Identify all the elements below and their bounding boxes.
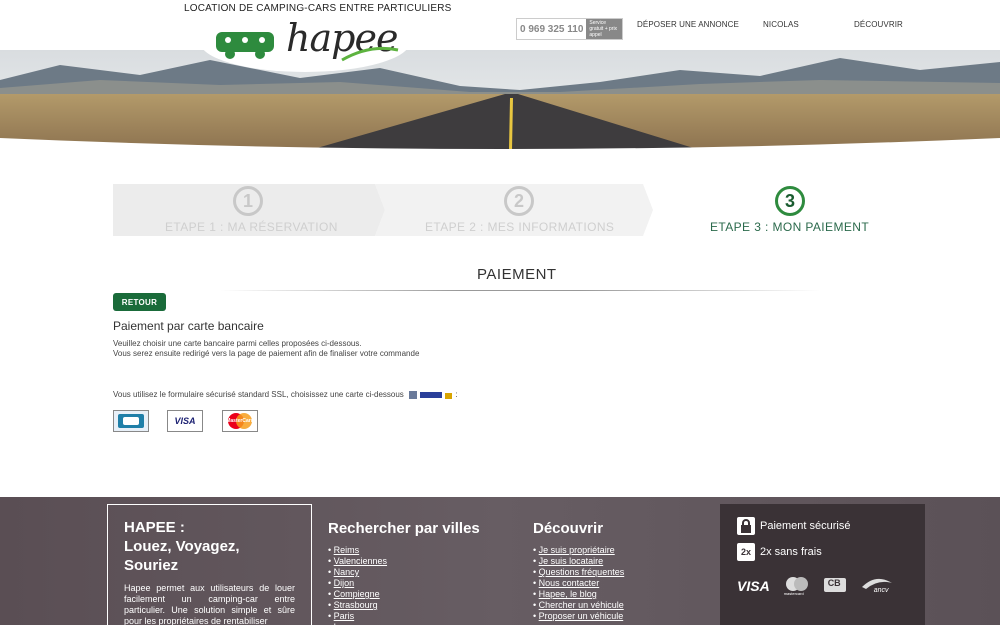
footer-discover-link[interactable]: Hapee, le blog: [533, 589, 624, 600]
footer-city-link[interactable]: Lyon: [328, 622, 480, 633]
card-mastercard-label: MasterCard: [226, 418, 254, 424]
payment-description: Veuillez choisir une carte bancaire parm…: [113, 339, 419, 359]
site-tagline: LOCATION DE CAMPING-CARS ENTRE PARTICULI…: [184, 3, 452, 14]
footer-discover-link[interactable]: Chercher un véhicule: [533, 600, 624, 611]
footer-discover: Découvrir Je suis propriétaire Je suis l…: [533, 520, 624, 622]
nav-decouvrir[interactable]: DÉCOUVRIR: [854, 20, 903, 29]
secure-payment-label: Paiement sécurisé: [760, 520, 851, 532]
phone-badge: Service gratuit + prix appel: [586, 19, 623, 39]
logo[interactable]: hapee: [200, 14, 410, 72]
nav-user-nicolas[interactable]: NICOLAS: [763, 20, 799, 29]
footer-brand-box: HAPEE : Louez, Voyagez, Souriez Hapee pe…: [107, 504, 312, 634]
footer-city-link[interactable]: Strasbourg: [328, 600, 480, 611]
footer-brand-desc: Hapee permet aux utilisateurs de louer f…: [124, 583, 295, 626]
card-visa-label: VISA: [174, 416, 196, 426]
footer-discover-link[interactable]: Je suis propriétaire: [533, 545, 624, 556]
hero-banner: [0, 50, 1000, 150]
footer-discover-title: Découvrir: [533, 520, 604, 537]
footer-brand-slogan: Louez, Voyagez, Souriez: [124, 538, 240, 574]
footer-brand-title: HAPEE :: [124, 519, 185, 536]
retour-button[interactable]: RETOUR: [113, 293, 166, 311]
installment-icon: 2x: [737, 543, 755, 561]
footer-city-link[interactable]: Paris: [328, 611, 480, 622]
ssl-notice: Vous utilisez le formulaire sécurisé sta…: [113, 390, 458, 400]
footer-discover-link[interactable]: Je suis locataire: [533, 556, 624, 567]
payment-desc-line-2: Vous serez ensuite redirigé vers la page…: [113, 349, 420, 358]
step-2-label: ETAPE 2 : MES INFORMATIONS: [425, 220, 615, 234]
mastercard-logo: mastercard: [784, 576, 810, 596]
payment-desc-line-1: Veuillez choisir une carte bancaire parm…: [113, 339, 362, 348]
footer-payment-box: Paiement sécurisé 2x 2x sans frais VISA …: [720, 504, 925, 625]
step-3-icon: 3: [775, 186, 805, 216]
step-1-icon: 1: [233, 186, 263, 216]
title-divider: [220, 290, 820, 291]
site-header: LOCATION DE CAMPING-CARS ENTRE PARTICULI…: [0, 0, 1000, 52]
cb-logo: CB: [823, 577, 846, 595]
visa-logo: VISA: [737, 578, 770, 594]
step-1-label: ETAPE 1 : MA RÉSERVATION: [165, 220, 338, 234]
footer-payment-logos: VISA mastercard CB ancv: [737, 575, 908, 597]
card-cb-button[interactable]: CB: [113, 410, 149, 432]
logo-swoosh: [341, 46, 399, 62]
footer-city-link[interactable]: Nancy: [328, 567, 480, 578]
ancv-logo: ancv: [860, 575, 894, 597]
footer-discover-link[interactable]: Questions fréquentes: [533, 567, 625, 578]
installment-label: 2x sans frais: [760, 546, 822, 558]
ssl-notice-suffix: :: [455, 390, 458, 400]
page-title: PAIEMENT: [477, 266, 557, 283]
footer-discover-link[interactable]: Proposer un véhicule: [533, 611, 624, 622]
footer-city-link[interactable]: Dijon: [328, 578, 480, 589]
checkout-steps: 1 ETAPE 1 : MA RÉSERVATION 2 ETAPE 2 : M…: [113, 184, 893, 236]
footer-cities-title: Rechercher par villes: [328, 520, 480, 537]
footer-discover-link[interactable]: Nous contacter: [533, 578, 624, 589]
step-3-label: ETAPE 3 : MON PAIEMENT: [710, 220, 870, 234]
footer-city-link[interactable]: Reims: [328, 545, 480, 556]
cb-card-icon: [118, 414, 144, 428]
ssl-lock-icon: [409, 391, 453, 399]
card-mastercard-button[interactable]: MasterCard: [222, 410, 258, 432]
camper-van-icon: [216, 32, 274, 59]
footer-city-link[interactable]: Compiegne: [328, 589, 480, 600]
step-2-icon: 2: [504, 186, 534, 216]
phone-number: 0 969 325 110: [520, 23, 584, 35]
ssl-notice-text: Vous utilisez le formulaire sécurisé sta…: [113, 390, 404, 400]
nav-deposer-annonce[interactable]: DÉPOSER UNE ANNONCE: [637, 20, 739, 29]
phone-contact[interactable]: 0 969 325 110 Service gratuit + prix app…: [516, 18, 624, 40]
lock-icon: [737, 517, 755, 535]
footer-city-link[interactable]: Valenciennes: [328, 556, 480, 567]
payment-heading: Paiement par carte bancaire: [113, 319, 264, 333]
footer-cities: Rechercher par villes Reims Valenciennes…: [328, 520, 480, 633]
card-visa-button[interactable]: VISA: [167, 410, 203, 432]
